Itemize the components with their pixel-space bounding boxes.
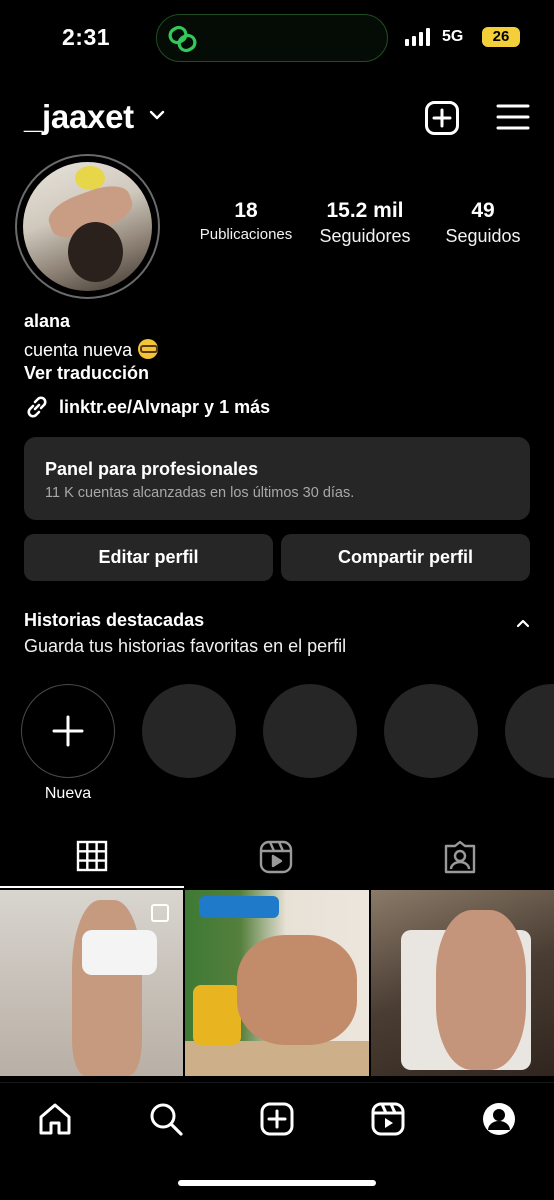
highlights-subtitle: Guarda tus historias favoritas en el per… — [24, 636, 347, 656]
home-indicator — [178, 1180, 376, 1186]
new-highlight-label: Nueva — [44, 785, 92, 802]
menu-icon[interactable] — [496, 102, 530, 132]
professional-dashboard[interactable]: Panel para profesionales 11 K cuentas al… — [24, 437, 530, 520]
stat-followers-label: Seguidores — [319, 226, 411, 246]
post-thumbnail[interactable] — [185, 890, 369, 1076]
bio-link[interactable]: linktr.ee/Alvnapr y 1 más — [24, 394, 270, 420]
highlight-placeholder — [263, 684, 357, 778]
edit-profile-button[interactable]: Editar perfil — [24, 534, 273, 581]
stat-following[interactable]: 49 Seguidos — [438, 199, 528, 247]
bio-link-text: linktr.ee/Alvnapr y 1 más — [59, 396, 271, 417]
search-icon[interactable] — [148, 1101, 184, 1137]
carousel-icon — [151, 904, 170, 922]
link-activity-icon — [168, 25, 197, 53]
nerd-face-emoji-icon — [138, 339, 159, 359]
highlight-placeholder — [142, 684, 236, 778]
create-icon[interactable] — [259, 1101, 295, 1137]
highlight-placeholder — [505, 684, 554, 778]
see-translation-link[interactable]: Ver traducción — [24, 363, 149, 384]
highlights-title: Historias destacadas — [24, 610, 205, 630]
reels-icon[interactable] — [370, 1101, 406, 1137]
stat-posts-label: Publicaciones — [199, 226, 293, 243]
dynamic-island[interactable] — [156, 14, 388, 62]
bio-text: cuenta nueva — [24, 340, 133, 360]
stat-posts-value: 18 — [234, 199, 258, 222]
stat-followers-value: 15.2 mil — [326, 199, 404, 222]
link-icon — [27, 396, 47, 418]
post-thumbnail[interactable] — [370, 890, 554, 1076]
profile-avatar[interactable] — [15, 154, 160, 299]
tab-reels-icon[interactable] — [259, 840, 293, 874]
network-type: 5G — [442, 28, 464, 45]
professional-dashboard-title: Panel para profesionales — [45, 459, 259, 479]
posts-grid — [0, 890, 554, 1080]
professional-dashboard-subtitle: 11 K cuentas alcanzadas en los últimos 3… — [45, 485, 355, 501]
create-icon[interactable] — [424, 100, 460, 136]
status-time: 2:31 — [62, 24, 111, 50]
avatar-image — [23, 162, 152, 291]
post-thumbnail[interactable] — [0, 890, 184, 1076]
stat-followers[interactable]: 15.2 mil Seguidores — [312, 199, 418, 247]
tab-tagged-icon[interactable] — [443, 840, 477, 874]
plus-icon — [52, 715, 84, 747]
share-profile-button[interactable]: Compartir perfil — [281, 534, 530, 581]
active-tab-indicator — [0, 886, 184, 888]
username[interactable]: _jaaxet — [24, 98, 134, 136]
tab-grid-icon[interactable] — [76, 840, 108, 872]
chevron-up-icon[interactable] — [514, 616, 532, 630]
chevron-down-icon[interactable] — [149, 109, 165, 121]
stat-posts[interactable]: 18 Publicaciones — [192, 199, 300, 243]
home-icon[interactable] — [37, 1101, 73, 1137]
stat-following-label: Seguidos — [445, 226, 521, 246]
status-bar: 2:31 5G 26 — [0, 0, 554, 80]
new-highlight-button[interactable] — [21, 684, 115, 778]
stat-following-value: 49 — [471, 199, 495, 222]
highlight-placeholder — [384, 684, 478, 778]
profile-icon[interactable] — [481, 1101, 517, 1137]
bio-text-row: cuenta nueva — [24, 339, 159, 361]
profile-name: alana — [24, 311, 71, 331]
signal-icon — [405, 28, 430, 46]
battery-icon: 26 — [482, 27, 520, 47]
